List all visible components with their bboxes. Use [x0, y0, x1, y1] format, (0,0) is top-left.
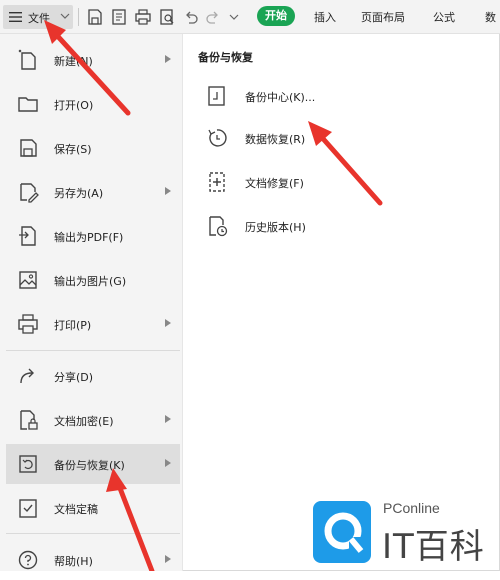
- menu-item-label: 新建(N): [54, 55, 93, 68]
- new-doc-icon: [18, 49, 36, 70]
- tab-home[interactable]: 开始: [257, 6, 295, 26]
- print-preview-icon[interactable]: [158, 8, 176, 26]
- image-icon: [19, 271, 37, 289]
- menu-item-label: 文档定稿: [54, 503, 98, 516]
- share-icon: [20, 368, 34, 384]
- menu-item-label: 输出为图片(G): [54, 275, 127, 288]
- toolbar-divider: [78, 8, 79, 26]
- toolbar: 文件 开始 插入 页面布局 公式 数: [0, 0, 500, 34]
- menu-item-label: 备份与恢复(K): [54, 459, 125, 472]
- backup-icon: [19, 455, 37, 473]
- menu-item-label: 另存为(A): [54, 187, 104, 200]
- chevron-right-icon: [165, 555, 171, 563]
- print-icon[interactable]: [134, 8, 152, 26]
- tab-formula[interactable]: 公式: [433, 9, 455, 25]
- doc-repair-icon: [209, 172, 225, 192]
- backup-center-icon: [208, 86, 225, 106]
- menu-item-print[interactable]: 打印(P): [6, 304, 180, 344]
- menu-item-finalize[interactable]: 文档定稿: [6, 488, 180, 528]
- menu-item-share[interactable]: 分享(D): [6, 356, 180, 396]
- menu-item-export-pdf[interactable]: 输出为PDF(F): [6, 216, 180, 256]
- menu-item-save-as[interactable]: 另存为(A): [6, 172, 180, 212]
- print-icon: [18, 314, 38, 334]
- more-chevron-icon[interactable]: [228, 8, 240, 26]
- chevron-right-icon: [165, 415, 171, 423]
- menu-divider: [6, 350, 180, 351]
- tab-data[interactable]: 数: [485, 9, 496, 25]
- submenu-item-history-version[interactable]: 历史版本(H): [205, 212, 405, 240]
- submenu-item-data-recovery[interactable]: 数据恢复(R): [205, 124, 405, 152]
- submenu-item-doc-repair[interactable]: 文档修复(F): [205, 168, 405, 196]
- pconline-logo-icon: [313, 501, 371, 563]
- watermark-brand: PConline: [383, 500, 440, 516]
- menu-item-label: 帮助(H): [54, 555, 93, 568]
- submenu-item-label: 数据恢复(R): [245, 133, 306, 146]
- menu-item-label: 打印(P): [54, 319, 92, 332]
- menu-item-label: 打开(O): [54, 99, 94, 112]
- hamburger-icon: [9, 12, 22, 22]
- tab-page-layout[interactable]: 页面布局: [361, 9, 405, 25]
- menu-item-save[interactable]: 保存(S): [6, 128, 180, 168]
- file-menu-button[interactable]: 文件: [3, 5, 73, 29]
- menu-item-label: 文档加密(E): [54, 415, 114, 428]
- help-icon: [18, 550, 38, 570]
- export-pdf-icon[interactable]: [110, 8, 128, 26]
- save-icon: [20, 139, 37, 157]
- encrypt-icon: [20, 410, 38, 430]
- chevron-down-icon: [60, 13, 70, 19]
- menu-item-open[interactable]: 打开(O): [6, 84, 180, 124]
- menu-item-label: 保存(S): [54, 143, 92, 156]
- chevron-right-icon: [165, 187, 171, 195]
- tab-insert[interactable]: 插入: [314, 9, 336, 25]
- file-menu-label: 文件: [28, 12, 50, 25]
- submenu-title: 备份与恢复: [198, 51, 253, 64]
- menu-item-encrypt[interactable]: 文档加密(E): [6, 400, 180, 440]
- menu-divider: [6, 533, 180, 534]
- submenu-item-backup-center[interactable]: 备份中心(K)...: [205, 82, 405, 110]
- submenu-item-label: 历史版本(H): [245, 221, 306, 234]
- watermark-name: IT百科: [382, 527, 485, 567]
- menu-item-label: 输出为PDF(F): [54, 231, 124, 244]
- menu-item-backup-restore[interactable]: 备份与恢复(K): [6, 444, 180, 484]
- menu-item-label: 分享(D): [54, 371, 94, 384]
- menu-item-help[interactable]: 帮助(H): [6, 540, 180, 580]
- folder-icon: [18, 97, 38, 112]
- history-version-icon: [209, 216, 228, 237]
- redo-icon[interactable]: [204, 8, 222, 26]
- menu-item-new[interactable]: 新建(N): [6, 40, 180, 80]
- submenu-item-label: 备份中心(K)...: [245, 91, 316, 104]
- chevron-right-icon: [165, 55, 171, 63]
- finalize-icon: [19, 499, 37, 518]
- submenu-item-label: 文档修复(F): [245, 177, 304, 190]
- menu-item-export-image[interactable]: 输出为图片(G): [6, 260, 180, 300]
- data-recovery-icon: [208, 129, 227, 147]
- chevron-right-icon: [165, 459, 171, 467]
- pdf-icon: [19, 226, 36, 246]
- save-as-icon: [20, 183, 39, 203]
- chevron-right-icon: [165, 319, 171, 327]
- undo-icon[interactable]: [182, 8, 200, 26]
- save-icon[interactable]: [86, 8, 104, 26]
